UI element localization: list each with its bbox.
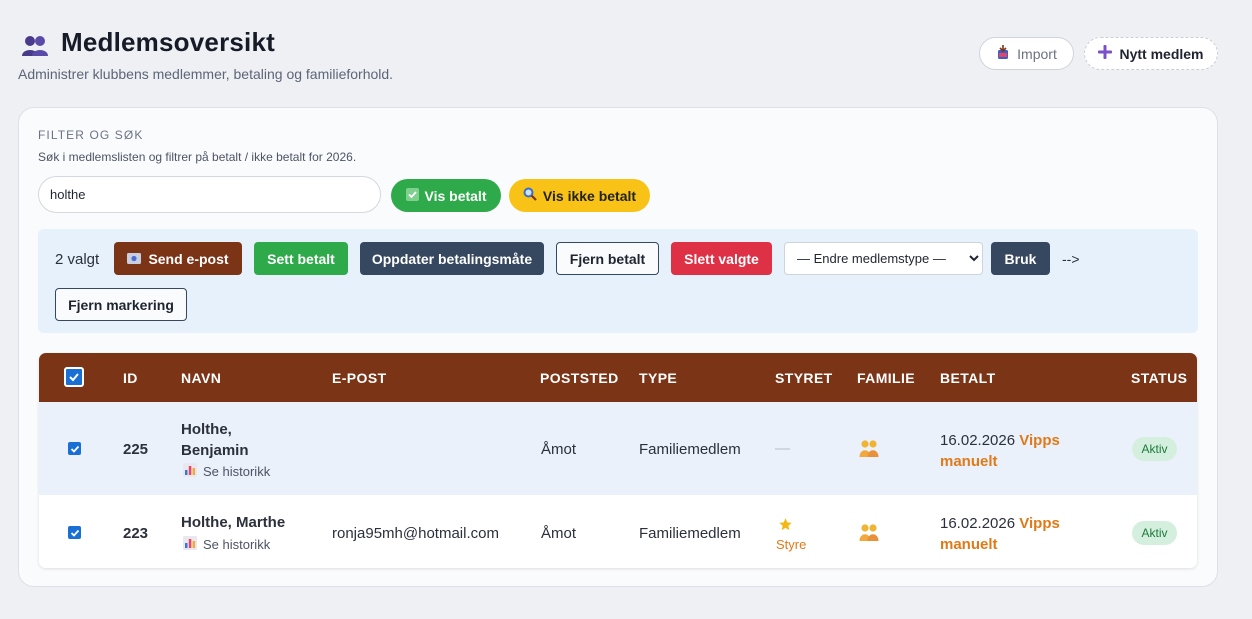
- table-row[interactable]: 225 Holthe, Benjamin Se historikk Åmot F…: [39, 402, 1197, 495]
- send-email-button[interactable]: Send e-post: [114, 242, 242, 275]
- bar-chart-icon: [183, 536, 197, 553]
- column-header-paid[interactable]: BETALT: [940, 370, 996, 386]
- paid-info: 16.02.2026 Vipps manuelt: [940, 430, 1090, 472]
- show-paid-button[interactable]: Vis betalt: [391, 179, 501, 212]
- paid-method: Vipps: [1019, 432, 1060, 449]
- history-link[interactable]: Se historikk: [183, 463, 270, 480]
- member-email: ronja95mh@hotmail.com: [332, 525, 499, 542]
- member-name-line: Benjamin: [181, 442, 249, 459]
- new-member-label: Nytt medlem: [1119, 45, 1204, 62]
- clear-selection-button[interactable]: Fjern markering: [55, 288, 187, 321]
- plus-icon: [1098, 45, 1113, 62]
- table-row[interactable]: 223 Holthe, Marthe Se historikk ronja95m…: [39, 495, 1197, 568]
- bar-chart-icon: [183, 463, 197, 480]
- show-paid-label: Vis betalt: [424, 187, 487, 204]
- family-icon[interactable]: [859, 523, 879, 546]
- status-badge: Aktiv: [1132, 437, 1177, 461]
- board-role: Styre: [776, 517, 806, 552]
- table-header: ID NAVN E-POST POSTSTED TYPE STYRET FAMI…: [39, 353, 1197, 402]
- history-label: Se historikk: [203, 464, 271, 479]
- row-checkbox[interactable]: [68, 526, 81, 539]
- delete-selected-button[interactable]: Slett valgte: [671, 242, 772, 275]
- paid-info: 16.02.2026 Vipps manuelt: [940, 513, 1090, 555]
- member-name[interactable]: Holthe, Benjamin: [181, 419, 249, 461]
- star-icon: [778, 517, 793, 536]
- column-header-status[interactable]: STATUS: [1131, 370, 1187, 386]
- member-id: 223: [123, 525, 149, 542]
- member-name[interactable]: Holthe, Marthe: [181, 512, 285, 533]
- member-name-line: Holthe, Marthe: [181, 514, 286, 531]
- paid-method: Vipps: [1019, 515, 1060, 532]
- selected-count: 2 valgt: [55, 251, 100, 268]
- paid-method: manuelt: [940, 536, 998, 553]
- member-poststed: Åmot: [541, 525, 577, 542]
- column-header-poststed[interactable]: POSTSTED: [540, 370, 619, 386]
- import-icon: [996, 44, 1010, 63]
- filter-heading: FILTER OG SØK: [38, 128, 144, 142]
- new-member-button[interactable]: Nytt medlem: [1084, 37, 1218, 70]
- members-icon: [20, 32, 50, 58]
- paid-date: 16.02.2026: [940, 432, 1016, 449]
- row-checkbox[interactable]: [68, 442, 81, 455]
- board-empty: —: [775, 440, 790, 457]
- import-label: Import: [1017, 45, 1057, 62]
- member-type: Familiemedlem: [639, 441, 741, 458]
- show-unpaid-label: Vis ikke betalt: [542, 187, 637, 204]
- status-badge: Aktiv: [1132, 521, 1177, 545]
- email-icon: [127, 251, 142, 267]
- checkmark-icon: [405, 187, 419, 204]
- paid-date: 16.02.2026: [940, 515, 1016, 532]
- member-type: Familiemedlem: [639, 525, 741, 542]
- search-input[interactable]: [38, 176, 381, 213]
- member-id: 225: [123, 441, 149, 458]
- member-name-line: Holthe,: [181, 421, 232, 438]
- history-label: Se historikk: [203, 537, 271, 552]
- import-button[interactable]: Import: [979, 37, 1074, 70]
- show-unpaid-button[interactable]: Vis ikke betalt: [509, 179, 650, 212]
- column-header-family[interactable]: FAMILIE: [857, 370, 915, 386]
- column-header-email[interactable]: E-POST: [332, 370, 387, 386]
- family-icon[interactable]: [859, 439, 879, 462]
- apply-button[interactable]: Bruk: [991, 242, 1050, 275]
- magnifier-icon: [523, 187, 537, 204]
- remove-paid-button[interactable]: Fjern betalt: [556, 242, 659, 275]
- column-header-name[interactable]: NAVN: [181, 370, 221, 386]
- stray-text: -->: [1062, 251, 1080, 267]
- set-paid-button[interactable]: Sett betalt: [254, 242, 348, 275]
- member-type-select[interactable]: — Endre medlemstype —: [784, 242, 983, 275]
- column-header-id[interactable]: ID: [123, 370, 138, 386]
- member-poststed: Åmot: [541, 441, 577, 458]
- paid-method: manuelt: [940, 453, 998, 470]
- history-link[interactable]: Se historikk: [183, 536, 270, 553]
- column-header-type[interactable]: TYPE: [639, 370, 677, 386]
- board-label: Styre: [776, 537, 807, 552]
- members-table: ID NAVN E-POST POSTSTED TYPE STYRET FAMI…: [39, 353, 1197, 568]
- page-title: Medlemsoversikt: [61, 27, 275, 57]
- page-subtitle: Administrer klubbens medlemmer, betaling…: [18, 66, 394, 82]
- column-header-board[interactable]: STYRET: [775, 370, 833, 386]
- filter-description: Søk i medlemslisten og filtrer på betalt…: [38, 150, 357, 164]
- update-payment-method-button[interactable]: Oppdater betalingsmåte: [360, 242, 544, 275]
- select-all-checkbox[interactable]: [64, 367, 84, 387]
- send-email-label: Send e-post: [148, 250, 229, 267]
